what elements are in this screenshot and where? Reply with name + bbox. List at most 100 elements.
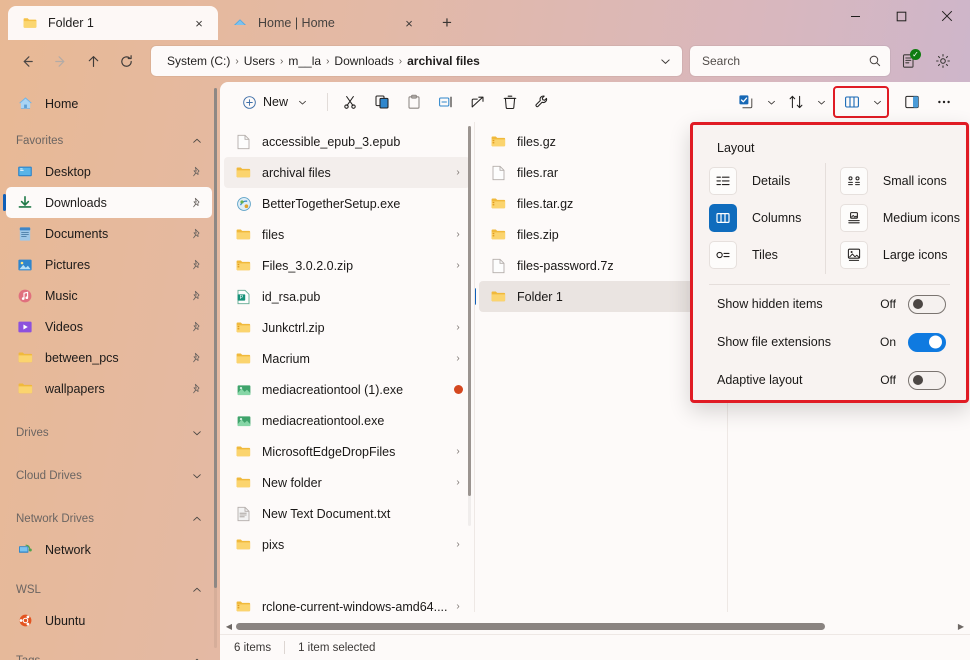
sidebar-group-tags[interactable]: Tags [6,646,212,660]
paste-icon[interactable] [398,88,430,116]
select-icon[interactable] [730,88,762,116]
pin-icon[interactable] [188,259,206,271]
layout-option-small-icons[interactable]: Small icons [840,163,960,199]
list-item[interactable]: Files_3.0.2.0.zip › [224,250,470,281]
chevron-down-icon[interactable] [762,88,780,116]
column-scrollbar[interactable] [468,126,471,526]
chevron-down-icon[interactable] [812,88,830,116]
forward-button[interactable] [45,46,75,76]
sidebar-item-music[interactable]: Music [6,280,212,311]
list-item[interactable]: BetterTogetherSetup.exe [224,188,470,219]
chevron-right-icon[interactable]: › [450,539,466,550]
search-box[interactable]: Search [690,46,890,76]
layout-option-medium-icons[interactable]: Medium icons [840,200,960,236]
chevron-right-icon[interactable]: › [450,229,466,240]
layout-option-details[interactable]: Details [709,163,817,199]
refresh-button[interactable] [111,46,141,76]
toggle-show-hidden-items[interactable]: Show hidden items Off [693,285,966,323]
list-item[interactable]: files.zip [479,219,723,250]
scroll-left-icon[interactable]: ◀ [222,622,236,631]
chevron-down-icon[interactable] [868,88,886,116]
sidebar-item-downloads[interactable]: Downloads [6,187,212,218]
sidebar-item-pictures[interactable]: Pictures [6,249,212,280]
scroll-thumb[interactable] [236,623,825,630]
tools-icon[interactable] [526,88,558,116]
list-item[interactable]: files.gz [479,126,723,157]
chevron-down-icon[interactable] [188,471,206,481]
chevron-right-icon[interactable]: › [450,446,466,457]
chevron-right-icon[interactable]: › [450,260,466,271]
sidebar-group-drives[interactable]: Drives [6,418,212,448]
chevron-right-icon[interactable]: › [450,353,466,364]
toggle-adaptive-layout[interactable]: Adaptive layout Off [693,361,966,399]
list-item[interactable]: New Text Document.txt [224,498,470,529]
list-item[interactable]: MicrosoftEdgeDropFiles › [224,436,470,467]
back-button[interactable] [12,46,42,76]
breadcrumb-item-current[interactable]: archival files [403,52,484,70]
pin-icon[interactable] [188,290,206,302]
sidebar-item-between-pcs[interactable]: between_pcs [6,342,212,373]
search-input[interactable]: Search [702,54,868,68]
breadcrumb-item[interactable]: Users [240,52,279,70]
list-item[interactable]: archival files › [224,157,470,188]
close-icon[interactable] [924,0,970,32]
sidebar-item-wallpapers[interactable]: wallpapers [6,373,212,404]
sidebar-group-wsl[interactable]: WSL [6,575,212,605]
toggle-show-file-extensions[interactable]: Show file extensions On [693,323,966,361]
pin-icon[interactable] [188,352,206,364]
chevron-down-icon[interactable] [295,98,309,107]
share-icon[interactable] [462,88,494,116]
list-item[interactable]: files-password.7z [479,250,723,281]
list-item[interactable]: files.tar.gz [479,188,723,219]
sidebar-item-home[interactable]: Home [6,88,212,119]
new-button[interactable]: New [234,88,315,116]
scroll-right-icon[interactable]: ▶ [954,622,968,631]
list-item[interactable]: pixs › [224,529,470,560]
delete-icon[interactable] [494,88,526,116]
breadcrumb-item[interactable]: m__la [284,52,325,70]
list-item[interactable]: files › [224,219,470,250]
tab-folder-1[interactable]: Folder 1 × [8,6,218,40]
toggle-switch[interactable] [908,333,946,352]
pin-icon[interactable] [188,321,206,333]
chevron-right-icon[interactable]: › [450,167,466,178]
chevron-right-icon[interactable]: › [450,477,466,488]
chevron-up-icon[interactable] [188,585,206,595]
chevron-up-icon[interactable] [188,136,206,146]
close-icon[interactable]: × [188,12,210,34]
sidebar-group-network-drives[interactable]: Network Drives [6,504,212,534]
sidebar-group-favorites[interactable]: Favorites [6,126,212,156]
list-item[interactable]: files.rar [479,157,723,188]
breadcrumb-item[interactable]: Downloads [330,52,397,70]
layout-option-large-icons[interactable]: Large icons [840,237,960,273]
up-button[interactable] [78,46,108,76]
chevron-down-icon[interactable] [652,48,678,74]
list-item[interactable]: P id_rsa.pub [224,281,470,312]
sidebar-scrollbar[interactable] [214,88,217,648]
layout-option-tiles[interactable]: Tiles [709,237,817,273]
breadcrumb-item[interactable]: System (C:) [163,52,234,70]
pin-icon[interactable] [188,197,206,209]
chevron-up-icon[interactable] [188,514,206,524]
breadcrumb-bar[interactable]: System (C:) › Users › m__la › Downloads … [151,46,682,76]
sidebar-item-desktop[interactable]: Desktop [6,156,212,187]
sidebar-item-ubuntu[interactable]: Ubuntu [6,605,212,636]
list-item[interactable]: mediacreationtool.exe [224,405,470,436]
list-item[interactable]: mediacreationtool (1).exe [224,374,470,405]
horizontal-scrollbar[interactable]: ◀ ▶ [220,618,970,634]
chevron-right-icon[interactable]: › [450,601,466,612]
chevron-down-icon[interactable] [188,428,206,438]
pin-icon[interactable] [188,166,206,178]
pin-icon[interactable] [188,228,206,240]
sort-icon[interactable] [780,88,812,116]
more-icon[interactable] [928,88,960,116]
gear-icon[interactable] [928,46,958,76]
new-tab-button[interactable]: + [432,8,462,38]
list-item[interactable]: Junkctrl.zip › [224,312,470,343]
rename-icon[interactable] [430,88,462,116]
chevron-up-icon[interactable] [188,656,206,660]
minimize-icon[interactable] [832,0,878,32]
tab-home[interactable]: Home | Home × [218,6,428,40]
list-item[interactable]: rclone-current-windows-amd64.... › [224,591,470,612]
preview-pane-icon[interactable] [896,88,928,116]
